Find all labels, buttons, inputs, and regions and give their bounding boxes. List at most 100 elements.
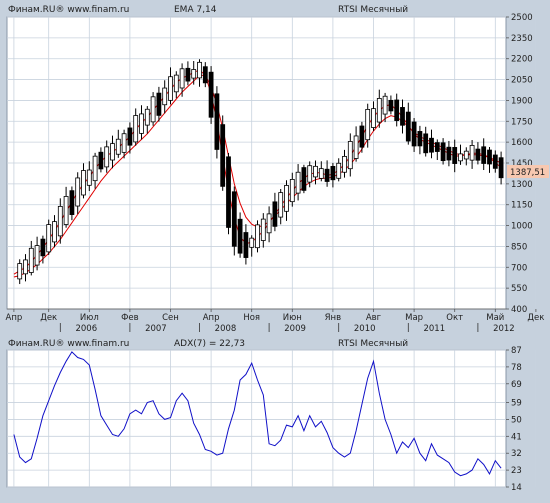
x-month-label: Мар bbox=[405, 313, 423, 323]
x-month-label: Окт bbox=[446, 313, 463, 323]
candle-body bbox=[173, 74, 179, 93]
candle-body bbox=[139, 113, 144, 134]
candle-body bbox=[23, 259, 28, 275]
x-year-label: 2010 bbox=[354, 324, 376, 334]
x-month-label: Июл bbox=[80, 313, 99, 323]
candle-body bbox=[411, 121, 417, 147]
candle-body bbox=[481, 146, 487, 164]
candle-body bbox=[231, 191, 237, 247]
candle-body bbox=[28, 247, 34, 273]
adx-y-axis: 87 78 69 59 50 41 32 23 14 bbox=[506, 346, 522, 493]
candle-body bbox=[469, 145, 475, 161]
x-month-label: Сен bbox=[162, 313, 179, 323]
price-y-tick-label: 700 bbox=[511, 263, 527, 273]
x-month-label: Дек bbox=[40, 313, 57, 323]
price-y-tick-label: 550 bbox=[511, 284, 527, 294]
candle-body bbox=[394, 99, 400, 121]
candle-body bbox=[255, 224, 260, 249]
candle-body bbox=[434, 142, 440, 152]
candle-body bbox=[17, 263, 23, 280]
candle-body bbox=[75, 177, 81, 207]
adx-chart-title: RTSI Месячный bbox=[338, 339, 408, 349]
adx-source-label: Финам.RU® www.finam.ru bbox=[8, 339, 129, 349]
candle-body bbox=[365, 108, 371, 141]
x-year-label: 2006 bbox=[75, 324, 97, 334]
x-year-label: 2011 bbox=[423, 324, 445, 334]
candle-body bbox=[295, 171, 301, 194]
x-month-label: Июн bbox=[283, 313, 302, 323]
adx-y-tick-label: 23 bbox=[511, 466, 522, 476]
candle-body bbox=[104, 146, 110, 168]
candle-body bbox=[127, 127, 133, 146]
price-y-tick-label: 1150 bbox=[511, 201, 533, 211]
candle-body bbox=[121, 133, 127, 153]
adx-y-tick-label: 87 bbox=[511, 346, 522, 356]
adx-y-tick-label: 78 bbox=[511, 363, 522, 373]
price-y-tick-label: 1750 bbox=[511, 117, 533, 127]
x-month-label: Май bbox=[486, 313, 504, 323]
x-year-label: 2008 bbox=[215, 324, 237, 334]
candle-body bbox=[278, 192, 284, 218]
price-y-tick-label: 2050 bbox=[511, 76, 533, 86]
candle-body bbox=[417, 131, 423, 147]
adx-y-tick-label: 41 bbox=[511, 432, 522, 442]
candle-body bbox=[226, 156, 231, 228]
candle-body bbox=[475, 148, 481, 161]
candle-body bbox=[440, 142, 446, 162]
price-y-tick-label: 2200 bbox=[511, 55, 533, 65]
x-month-label: Янв bbox=[325, 313, 341, 323]
candle-body bbox=[458, 153, 463, 162]
candle-body bbox=[168, 76, 173, 101]
candle-body bbox=[34, 245, 40, 266]
candle-body bbox=[353, 135, 359, 159]
candle-body bbox=[197, 61, 202, 79]
price-y-tick-label: 850 bbox=[511, 242, 527, 252]
candle-body bbox=[405, 111, 411, 142]
adx-y-tick-label: 32 bbox=[511, 449, 522, 459]
price-y-tick-label: 2500 bbox=[511, 13, 533, 23]
candle-body bbox=[260, 218, 266, 241]
price-y-tick-label: 1300 bbox=[511, 180, 533, 190]
adx-plot-area bbox=[6, 349, 507, 488]
price-y-tick-label: 400 bbox=[511, 305, 527, 315]
candle-body bbox=[371, 108, 376, 128]
candle-body bbox=[63, 196, 69, 225]
adx-y-tick-label: 69 bbox=[511, 380, 522, 390]
candle-body bbox=[208, 71, 214, 118]
candle-body bbox=[214, 93, 220, 150]
candle-body bbox=[289, 179, 295, 203]
candle-body bbox=[324, 168, 330, 182]
candle-body bbox=[452, 147, 458, 164]
candle-body bbox=[52, 221, 57, 243]
x-month-label: Авг bbox=[366, 313, 382, 323]
candle-body bbox=[156, 92, 162, 116]
adx-y-tick-label: 50 bbox=[511, 415, 522, 425]
candle-body bbox=[179, 68, 185, 89]
candle-body bbox=[429, 137, 434, 153]
candle-body bbox=[86, 169, 92, 186]
x-year-label: 2009 bbox=[284, 324, 306, 334]
price-y-tick-label: 1600 bbox=[511, 138, 533, 148]
candle-body bbox=[359, 125, 365, 148]
candle-body bbox=[423, 133, 429, 154]
candle-body bbox=[336, 162, 342, 179]
x-year-label: 2007 bbox=[145, 324, 167, 334]
price-y-tick-label: 2350 bbox=[511, 34, 533, 44]
candle-body bbox=[266, 213, 272, 234]
candle-body bbox=[243, 232, 249, 258]
chart-window: 2500 2350 2200 2050 1900 1750 1600 1450 1300 1150… bbox=[0, 0, 550, 499]
candle-body bbox=[150, 96, 156, 123]
candle-body bbox=[191, 69, 197, 79]
candle-body bbox=[202, 66, 208, 84]
candle-body bbox=[237, 218, 243, 254]
price-y-tick-label: 1900 bbox=[511, 96, 533, 106]
candle-body bbox=[272, 201, 278, 227]
candle-body bbox=[388, 99, 394, 112]
candle-body bbox=[342, 155, 347, 173]
candle-body bbox=[487, 149, 492, 165]
candle-body bbox=[400, 107, 405, 126]
candle-body bbox=[144, 108, 150, 126]
candle-body bbox=[92, 155, 98, 182]
candle-body bbox=[382, 95, 388, 115]
candle-body bbox=[446, 146, 452, 161]
